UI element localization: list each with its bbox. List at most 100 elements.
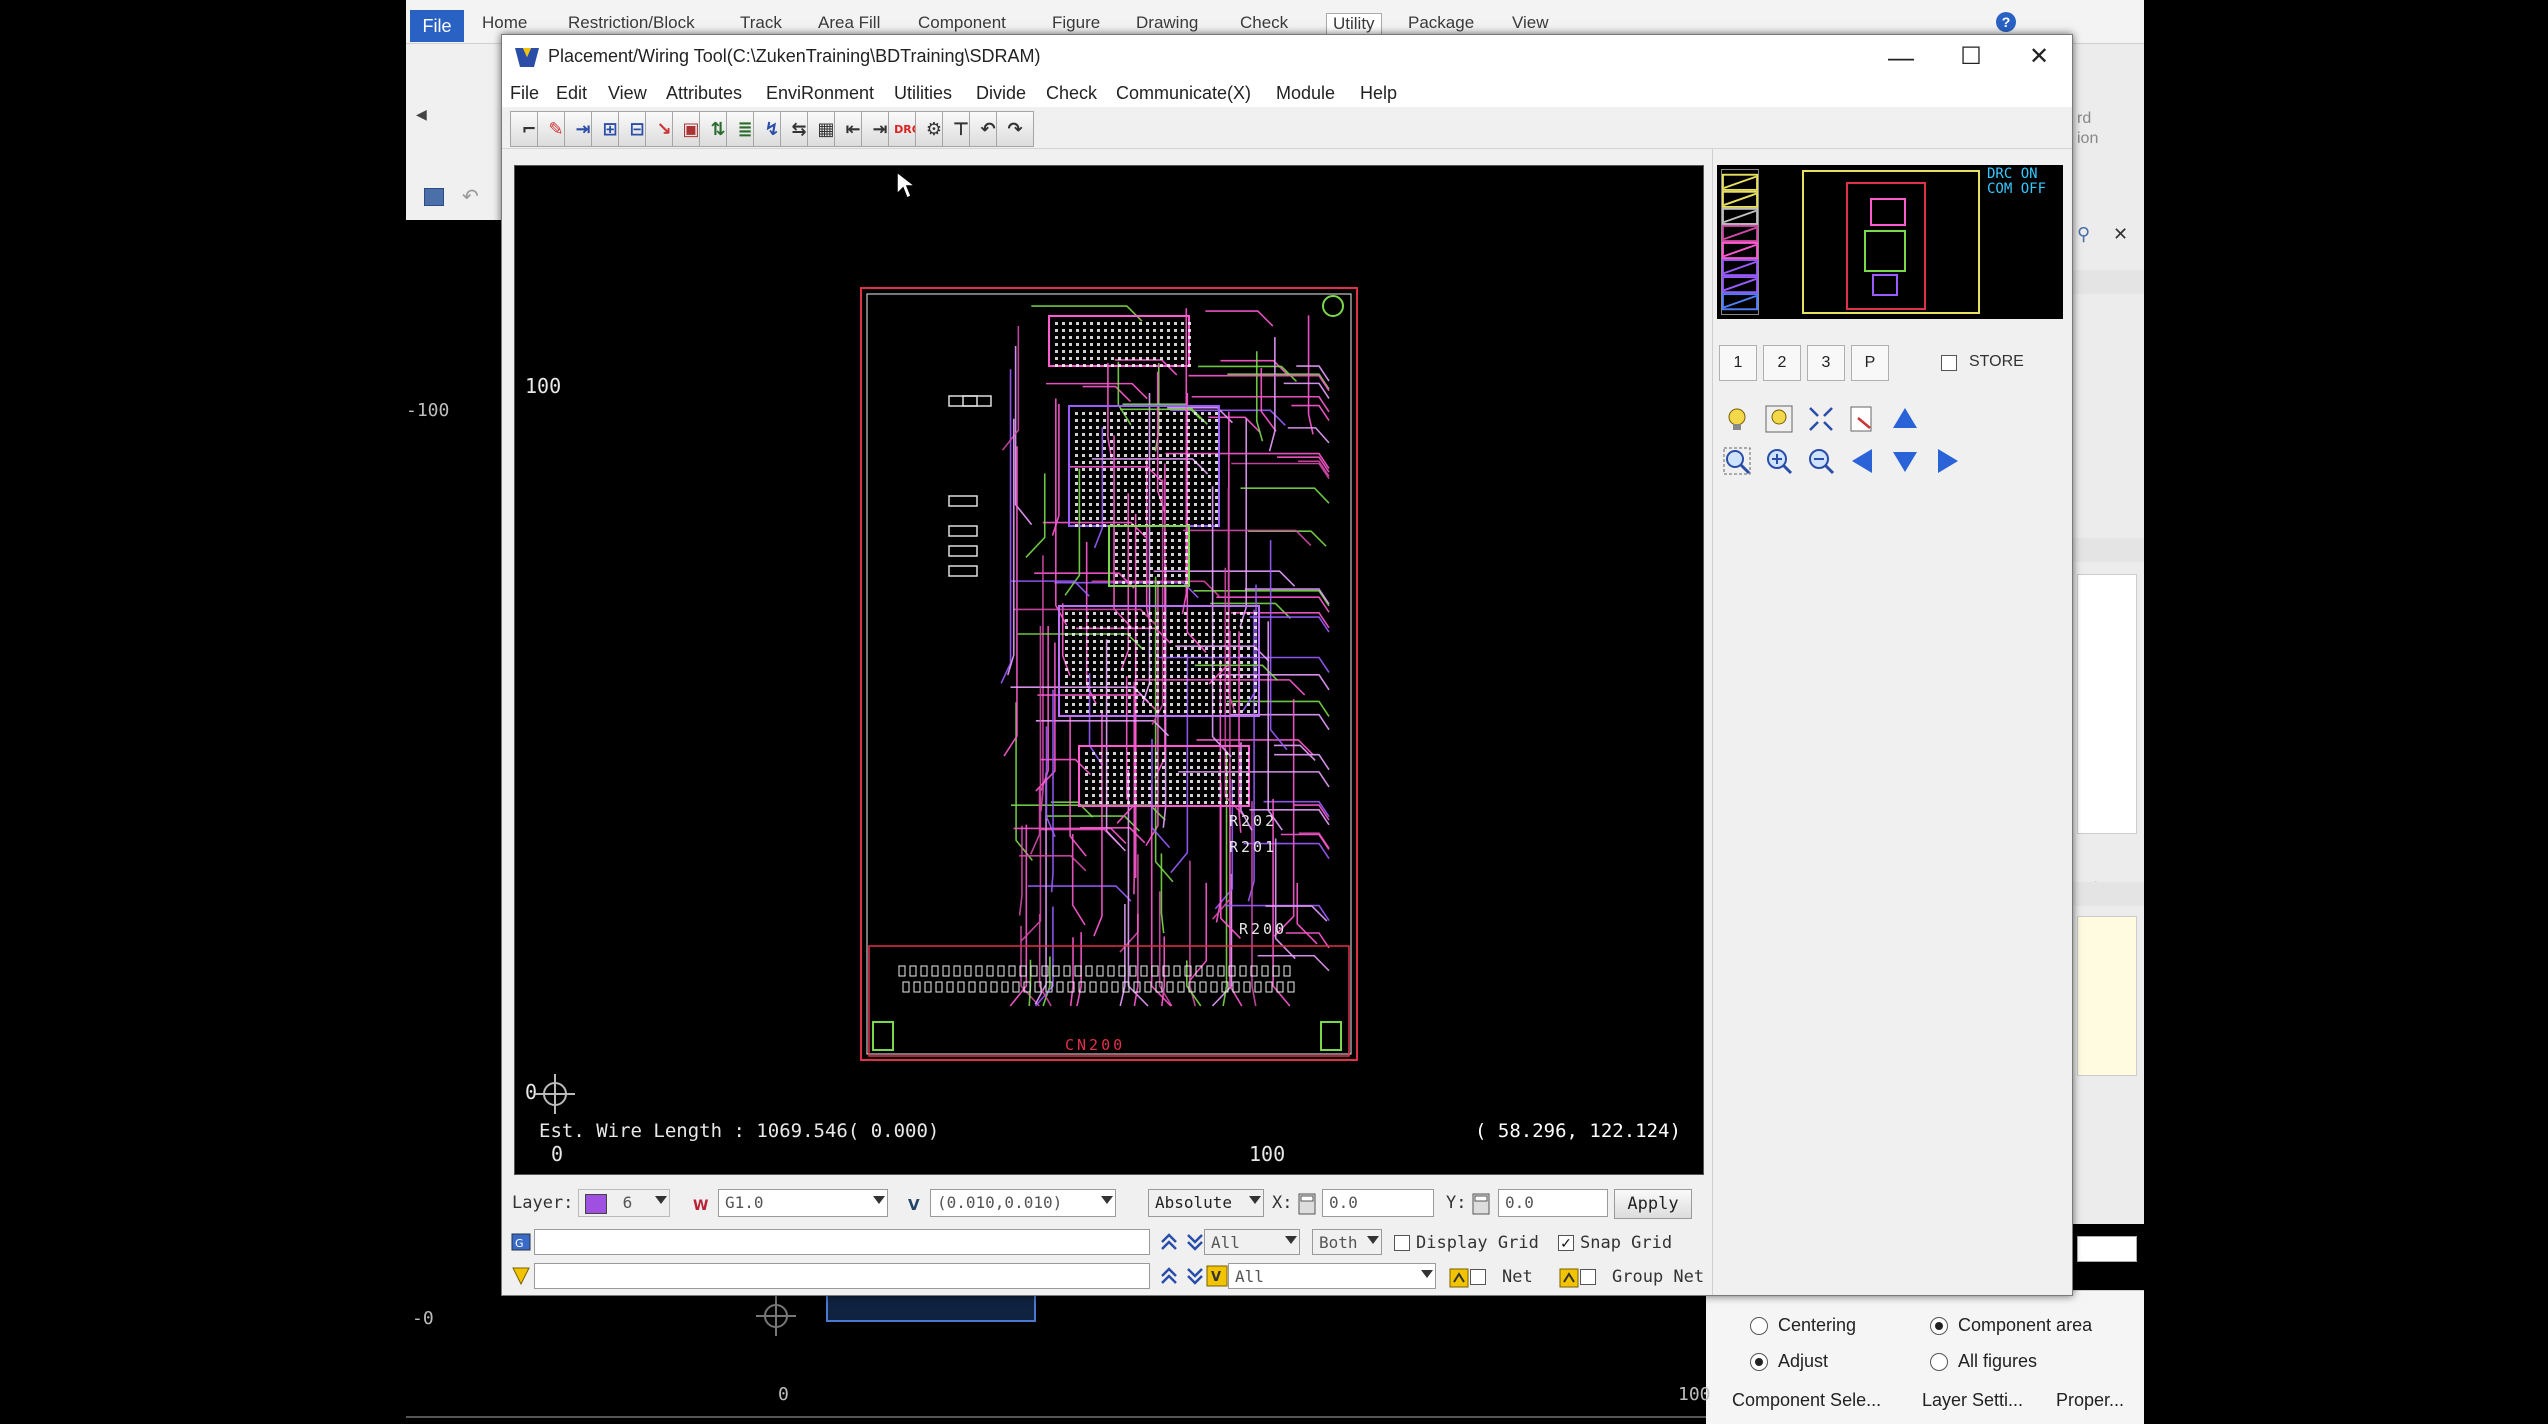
view-button-3[interactable]: 3 [1807, 345, 1845, 381]
bg-tab-check[interactable]: Check [1240, 13, 1288, 33]
pad [1086, 654, 1089, 657]
pad [1107, 640, 1110, 643]
bg-tab-view[interactable]: View [1512, 13, 1549, 33]
display-grid-checkbox[interactable] [1394, 1235, 1410, 1251]
bg-tab-home[interactable]: Home [482, 13, 527, 33]
pan-up-icon[interactable] [1887, 401, 1923, 437]
align-right-icon-glyph: ⇥ [872, 118, 888, 140]
pan-left-icon[interactable] [1845, 443, 1881, 479]
menu-communicate[interactable]: Communicate(X) [1116, 83, 1251, 104]
zoom-window-icon[interactable] [1845, 401, 1881, 437]
bg-tab-layer-settings[interactable]: Layer Setti... [1922, 1390, 2023, 1411]
pad [1212, 668, 1215, 671]
pad [1106, 773, 1109, 776]
pad [1225, 773, 1228, 776]
pad [1212, 647, 1215, 650]
fit-view-icon[interactable] [1803, 401, 1839, 437]
value-filter-select[interactable]: All [1228, 1263, 1436, 1289]
panel-close-icon[interactable]: ✕ [2113, 224, 2128, 245]
arrow-up-double-icon[interactable] [1156, 1263, 1182, 1289]
pad [1127, 773, 1130, 776]
redo-icon[interactable]: ↷ [996, 111, 1034, 147]
zoom-area-icon[interactable] [1719, 443, 1755, 479]
bg-spin-box[interactable] [2077, 1236, 2137, 1262]
help-icon[interactable]: ? [1996, 12, 2016, 32]
menu-check[interactable]: Check [1046, 83, 1097, 104]
group-net-checkbox[interactable] [1580, 1269, 1596, 1285]
adjust-radio[interactable] [1750, 1353, 1768, 1371]
command-input[interactable] [534, 1229, 1150, 1255]
bg-tab-utility[interactable]: Utility [1326, 13, 1382, 35]
bg-file-tab[interactable]: File [410, 10, 464, 42]
arrow-up-double-icon[interactable] [1156, 1229, 1182, 1255]
menu-environment[interactable]: EnviRonment [766, 83, 874, 104]
menu-module[interactable]: Module [1276, 83, 1335, 104]
close-button[interactable]: ✕ [2004, 35, 2074, 79]
view-button-1[interactable]: 1 [1719, 345, 1757, 381]
net-filter-select[interactable]: All [1204, 1229, 1300, 1255]
pad [1157, 581, 1160, 584]
pan-right-icon[interactable] [1929, 443, 1965, 479]
all-figures-radio[interactable] [1930, 1353, 1948, 1371]
board-overview[interactable]: DRC ON COM OFF [1717, 165, 2063, 319]
pcb-board[interactable]: R202 R201 R200 CN200 [859, 286, 1359, 1062]
menu-view[interactable]: View [608, 83, 647, 104]
y-input[interactable]: 0.0 [1498, 1189, 1608, 1217]
bg-scroll-list[interactable] [2077, 574, 2137, 834]
width-select[interactable]: G1.0 [718, 1189, 888, 1217]
pad [1124, 503, 1127, 506]
menu-edit[interactable]: Edit [556, 83, 587, 104]
net-checkbox[interactable] [1470, 1269, 1486, 1285]
pad [1226, 619, 1229, 622]
zoom-out-icon[interactable] [1803, 443, 1839, 479]
view-button-2[interactable]: 2 [1763, 345, 1801, 381]
via-select[interactable]: (0.010,0.010) [930, 1189, 1116, 1217]
menu-attributes[interactable]: Attributes [666, 83, 742, 104]
undo-bg-icon[interactable]: ↶ [462, 184, 479, 209]
menu-help[interactable]: Help [1360, 83, 1397, 104]
store-checkbox[interactable] [1941, 355, 1957, 371]
title-bar[interactable]: Placement/Wiring Tool(C:\ZukenTraining\B… [502, 35, 2072, 79]
bg-tab-properties[interactable]: Proper... [2056, 1390, 2124, 1411]
filter-input[interactable] [534, 1263, 1150, 1289]
menu-utilities[interactable]: Utilities [894, 83, 952, 104]
calculator-icon[interactable] [1294, 1191, 1320, 1217]
bg-tab-restriction[interactable]: Restriction/Block [568, 13, 695, 33]
pan-down-icon[interactable] [1887, 443, 1923, 479]
side-filter-select[interactable]: Both [1312, 1229, 1382, 1255]
bg-tab-component[interactable]: Component [918, 13, 1006, 33]
save-icon[interactable] [424, 188, 444, 206]
coord-mode-select[interactable]: Absolute [1148, 1189, 1264, 1217]
snap-grid-checkbox[interactable]: ✓ [1558, 1235, 1574, 1251]
bg-tab-figure[interactable]: Figure [1052, 13, 1100, 33]
bg-tab-component-select[interactable]: Component Sele... [1732, 1390, 1881, 1411]
pad [1122, 560, 1125, 563]
highlight-select-icon[interactable] [1761, 401, 1797, 437]
x-input[interactable]: 0.0 [1322, 1189, 1434, 1217]
pad [1162, 787, 1165, 790]
zoom-in-icon[interactable] [1761, 443, 1797, 479]
menu-divide[interactable]: Divide [976, 83, 1026, 104]
pad [1120, 787, 1123, 790]
pad [1079, 689, 1082, 692]
bg-tab-package[interactable]: Package [1408, 13, 1474, 33]
layer-icon-glyph: ⊤ [952, 118, 970, 140]
bg-tab-area-fill[interactable]: Area Fill [818, 13, 880, 33]
menu-file[interactable]: File [510, 83, 539, 104]
apply-button[interactable]: Apply [1614, 1189, 1692, 1219]
centering-radio[interactable] [1750, 1317, 1768, 1335]
layer-select[interactable]: 6 [578, 1189, 670, 1217]
bg-tab-track[interactable]: Track [740, 13, 782, 33]
calculator-icon[interactable] [1468, 1191, 1494, 1217]
minimize-button[interactable]: — [1866, 35, 1936, 79]
highlight-icon[interactable] [1719, 401, 1755, 437]
bg-tab-drawing[interactable]: Drawing [1136, 13, 1198, 33]
maximize-button[interactable]: ☐ [1936, 35, 2006, 79]
view-button-p[interactable]: P [1851, 345, 1889, 381]
pin-icon[interactable]: ⚲ [2077, 224, 2090, 245]
pad [1120, 773, 1123, 776]
layout-canvas[interactable]: 100 0 0 100 R202 R201 R200 CN200 Est. Wire … [514, 165, 1704, 1175]
pad [1169, 787, 1172, 790]
collapse-left-icon[interactable]: ◀ [416, 106, 427, 123]
component-area-radio[interactable] [1930, 1317, 1948, 1335]
